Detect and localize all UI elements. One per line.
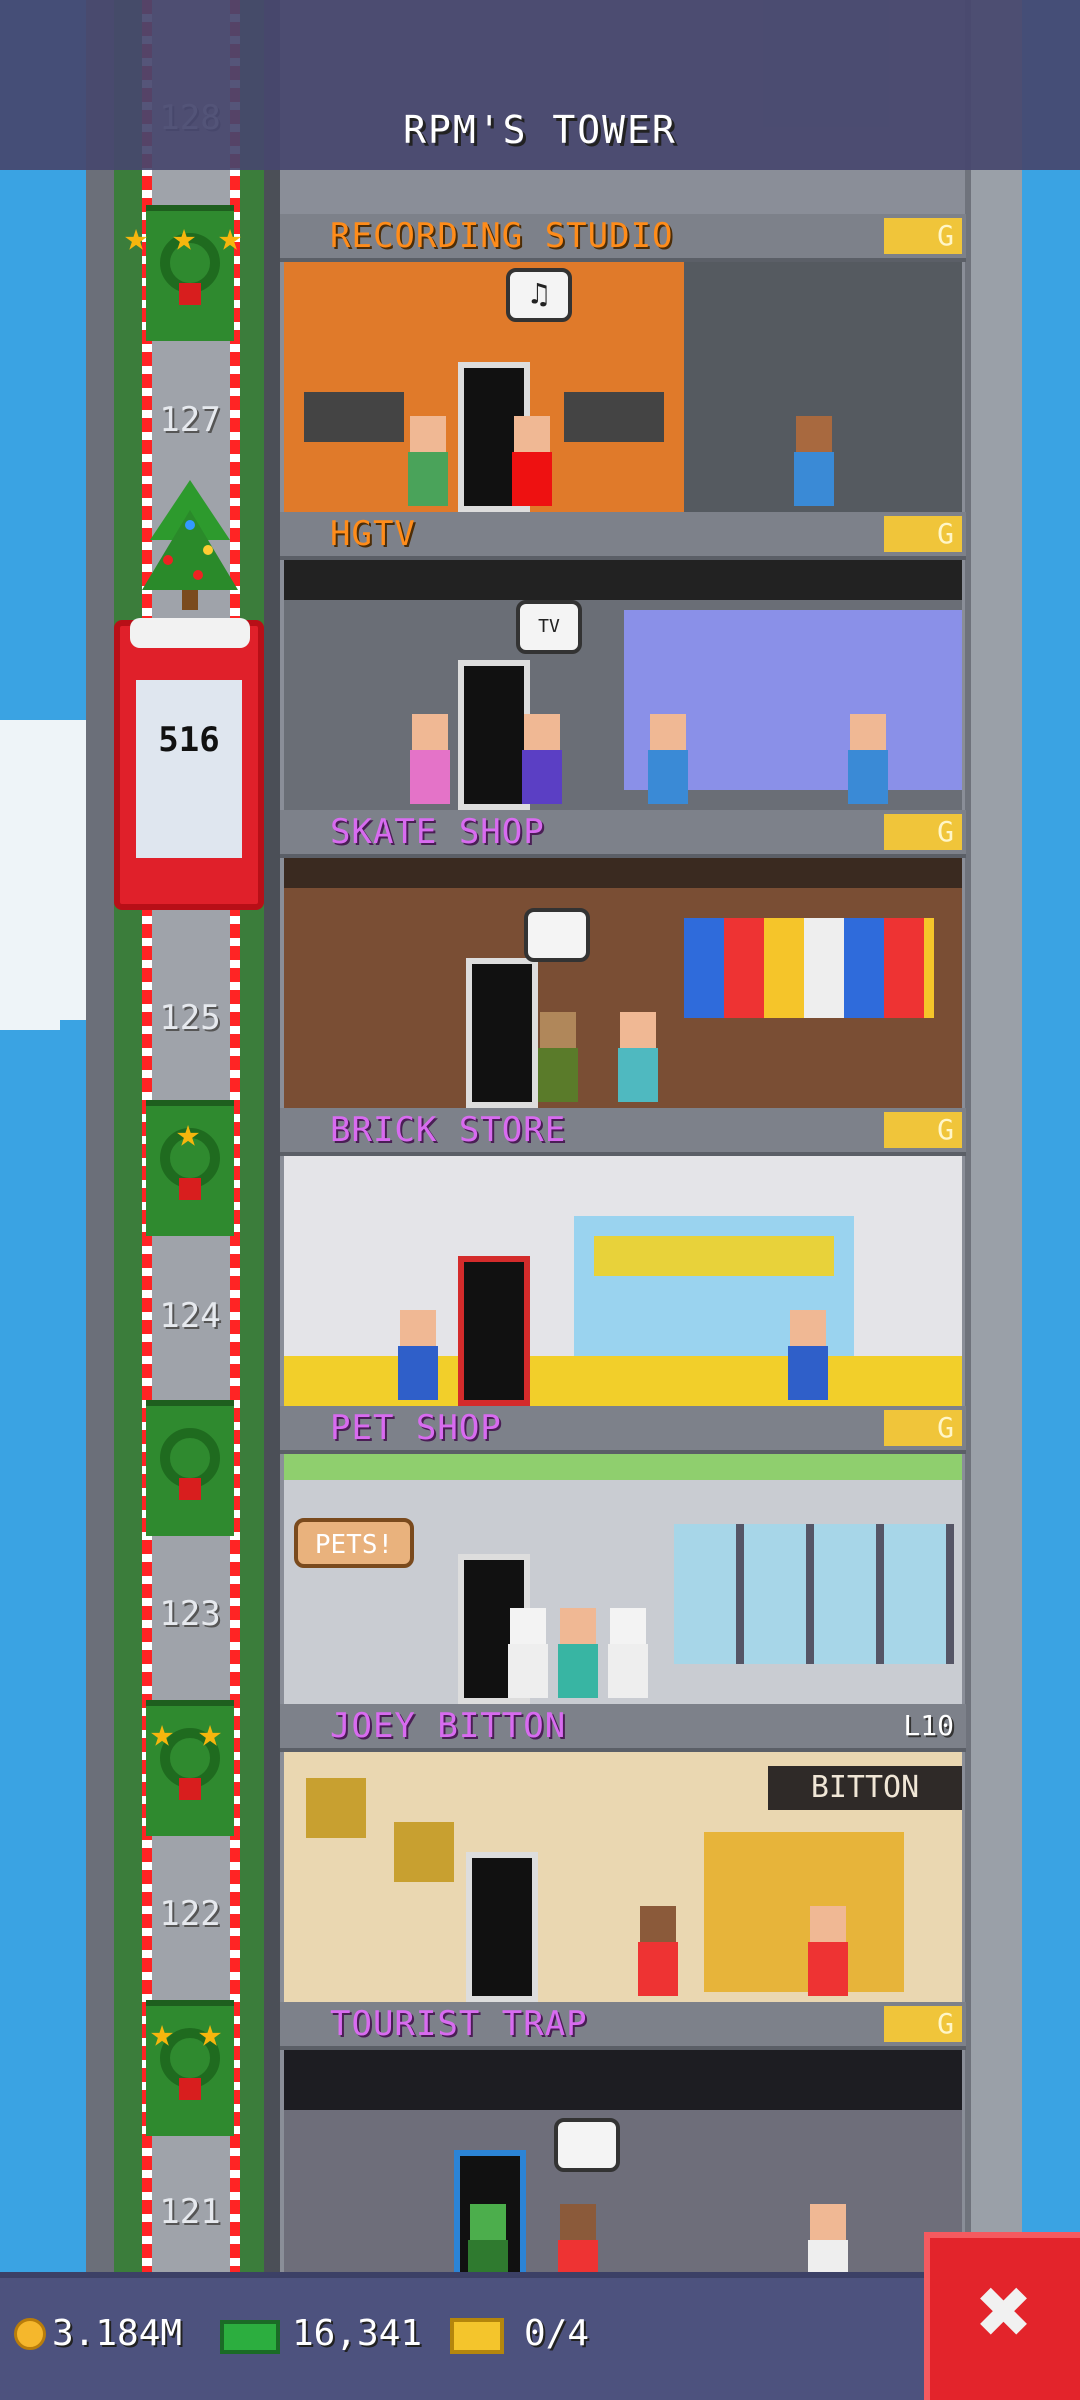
npc-character[interactable] (644, 714, 690, 804)
resource-bar: 3.184M 16,341 0/4 (0, 2272, 924, 2400)
floor-hgtv[interactable]: HGTV G TV (280, 512, 966, 810)
coins-value: 3.184M (52, 2313, 183, 2354)
speech-bubble[interactable] (524, 908, 590, 962)
ticket-icon (450, 2318, 504, 2354)
room-interior (284, 2050, 962, 2300)
npc-character[interactable] (554, 1608, 600, 1698)
room-interior: BITTON (284, 1752, 962, 2002)
star-icon: ★ (150, 1710, 175, 1756)
cloud (0, 720, 92, 1030)
speech-bubble[interactable] (554, 2118, 620, 2172)
room-interior (284, 1156, 962, 1406)
npc-character[interactable] (394, 1310, 440, 1400)
room-interior (284, 858, 962, 1108)
room-door (466, 958, 538, 1108)
floor-number: 125 (159, 998, 221, 1038)
tickets-value: 0/4 (524, 2313, 590, 2354)
title-bar: RPM'S TOWER (0, 0, 1080, 170)
floor-label-bar: JOEY BITTON L10 (280, 1704, 966, 1752)
speech-bubble[interactable]: TV (516, 600, 582, 654)
floor-number: 122 (159, 1894, 221, 1934)
floor-badge: G (884, 516, 962, 552)
npc-character[interactable] (406, 714, 452, 804)
star-icon: ★ (124, 214, 149, 260)
floor-label-bar: HGTV G (280, 512, 966, 560)
speech-bubble[interactable]: ♫ (506, 268, 572, 322)
room-interior: TV (284, 560, 962, 810)
floor-number: 123 (159, 1594, 221, 1634)
floor-badge: G (884, 218, 962, 254)
floor-name: HGTV (330, 514, 416, 554)
npc-character[interactable] (534, 1012, 580, 1102)
floor-name: PET SHOP (330, 1408, 502, 1448)
room-interior: PETS! (284, 1454, 962, 1704)
floor-name: RECORDING STUDIO (330, 216, 674, 256)
npc-character[interactable] (790, 416, 836, 506)
floor-pet-shop[interactable]: PET SHOP G PETS! (280, 1406, 966, 1704)
star-icon: ★ (176, 1110, 201, 1156)
room-door (458, 1256, 530, 1406)
floor-level-badge: L10 (903, 1709, 954, 1742)
bux-icon (220, 2320, 280, 2354)
close-icon: ✖ (977, 2258, 1033, 2365)
npc-character[interactable] (634, 1906, 680, 1996)
elevator-car[interactable]: 516 (114, 618, 264, 910)
npc-character[interactable] (804, 1906, 850, 1996)
npc-character[interactable] (614, 1012, 660, 1102)
floor-label-bar: TOURIST TRAP G (280, 2002, 966, 2050)
star-icon: ★ (198, 2010, 223, 2056)
pets-sign: PETS! (294, 1518, 414, 1568)
star-icon: ★ (172, 214, 197, 260)
floor-name: BRICK STORE (330, 1110, 567, 1150)
npc-character[interactable] (504, 1608, 550, 1698)
npc-character[interactable] (604, 1608, 650, 1698)
floor-number: 121 (159, 2192, 221, 2232)
wreath-decoration (146, 1400, 234, 1536)
floor-label-bar: BRICK STORE G (280, 1108, 966, 1156)
floor-badge: G (884, 1410, 962, 1446)
floor-badge: G (884, 814, 962, 850)
close-button[interactable]: ✖ (924, 2232, 1080, 2400)
coin-icon (14, 2318, 46, 2350)
christmas-tree-icon (142, 480, 238, 610)
bux-value: 16,341 (292, 2313, 423, 2354)
tower-right-wall (965, 0, 1022, 2290)
floor-name: SKATE SHOP (330, 812, 545, 852)
room-interior: ♫ (284, 262, 962, 512)
floor-label-bar: SKATE SHOP G (280, 810, 966, 858)
floor-brick-store[interactable]: BRICK STORE G (280, 1108, 966, 1406)
elevator-cap (130, 618, 250, 648)
floor-number: 127 (159, 400, 221, 440)
floor-skate-shop[interactable]: SKATE SHOP G (280, 810, 966, 1108)
floor-label-bar: RECORDING STUDIO G (280, 214, 966, 262)
floor-number: 124 (159, 1296, 221, 1336)
npc-character[interactable] (508, 416, 554, 506)
star-icon: ★ (198, 1710, 223, 1756)
tower-left-wall (86, 0, 114, 2290)
star-icon: ★ (150, 2010, 175, 2056)
npc-character[interactable] (518, 714, 564, 804)
floor-recording-studio[interactable]: RECORDING STUDIO G ♫ (280, 214, 966, 512)
star-icon: ★ (218, 214, 243, 260)
floor-name: JOEY BITTON (330, 1706, 567, 1746)
floor-tourist-trap[interactable]: TOURIST TRAP G (280, 2002, 966, 2300)
elevator-passenger-count: 516 (158, 720, 220, 760)
floor-badge: G (884, 1112, 962, 1148)
npc-character[interactable] (404, 416, 450, 506)
floor-joey-bitton[interactable]: JOEY BITTON L10 BITTON (280, 1704, 966, 2002)
elevator-window: 516 (136, 680, 242, 858)
room-door (466, 1852, 538, 2002)
tower-title: RPM'S TOWER (403, 108, 677, 152)
npc-character[interactable] (844, 714, 890, 804)
floor-label-bar: PET SHOP G (280, 1406, 966, 1454)
npc-character[interactable] (784, 1310, 830, 1400)
bitton-sign: BITTON (768, 1766, 962, 1810)
shaft-divider (264, 0, 280, 2290)
floor-badge: G (884, 2006, 962, 2042)
floor-name: TOURIST TRAP (330, 2004, 588, 2044)
